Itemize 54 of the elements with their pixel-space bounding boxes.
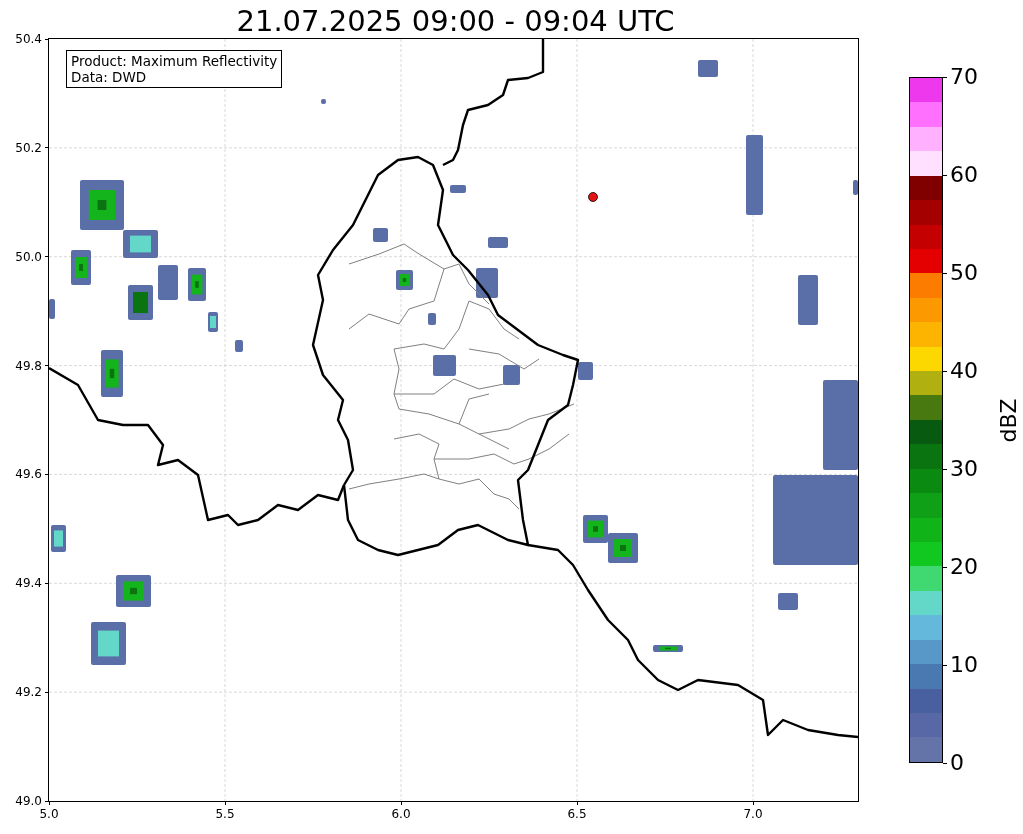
- colorbar-tick-label: 70: [950, 64, 978, 90]
- chart-title: 21.07.2025 09:00 - 09:04 UTC: [236, 3, 675, 39]
- radar-echo: [128, 285, 153, 320]
- axis-tick-label: 6.0: [391, 807, 411, 821]
- colorbar-tick-label: 50: [950, 260, 978, 286]
- axis-tick-label: 49.8: [15, 358, 42, 373]
- axis-tick-label: 49.6: [15, 467, 42, 482]
- radar-echo: [116, 575, 151, 607]
- radar-echo: [235, 340, 243, 352]
- axis-tick-label: 49.0: [15, 794, 42, 808]
- axis-tick-label: 49.4: [15, 576, 42, 591]
- radar-echo: [91, 622, 126, 665]
- colorbar-tick-label: 40: [950, 358, 978, 384]
- axis-tick-label: 50.4: [15, 32, 42, 46]
- axis-tick-label: 7.0: [743, 807, 763, 821]
- colorbar-tick-label: 60: [950, 162, 978, 188]
- colorbar-tick-label: 20: [950, 554, 978, 580]
- radar-echo: [698, 60, 718, 77]
- colorbar-tick-label: 0: [950, 750, 964, 776]
- radar-echo: [476, 268, 498, 298]
- radar-echo: [158, 265, 178, 300]
- axis-tick-label: 5.5: [215, 807, 235, 821]
- axis-tick-label: 49.2: [15, 685, 42, 700]
- colorbar-label: dBZ: [995, 397, 1021, 443]
- radar-echo: [49, 299, 55, 319]
- radar-echo: [433, 355, 456, 376]
- radar-echo: [578, 362, 593, 380]
- colorbar-tick-label: 10: [950, 652, 978, 678]
- radar-echo: [488, 237, 508, 248]
- axis-tick-label: 50.0: [15, 249, 42, 264]
- radar-echo: [208, 312, 218, 332]
- radar-echo: [778, 593, 798, 610]
- radar-echo: [188, 268, 206, 301]
- radar-echo: [798, 275, 818, 325]
- radar-echo: [583, 515, 608, 543]
- radar-echo: [373, 228, 388, 242]
- axis-tick-label: 6.5: [567, 807, 587, 821]
- radar-echo: [51, 525, 66, 552]
- axis-tick-label: 50.2: [15, 140, 42, 155]
- radar-echo: [321, 99, 326, 104]
- info-text: Product: Maximum Reflectivity: [71, 53, 278, 69]
- radar-echo: [853, 180, 858, 195]
- radar-echo: [503, 365, 520, 385]
- radar-echo: [450, 185, 466, 193]
- radar-echo: [71, 250, 91, 285]
- radar-echo: [428, 313, 436, 325]
- location-marker: [588, 192, 598, 202]
- radar-echo: [101, 350, 123, 397]
- radar-echo: [396, 270, 413, 290]
- info-text: Data: DWD: [71, 69, 148, 85]
- radar-echo: [653, 645, 683, 652]
- axis-tick-label: 5.0: [39, 807, 59, 821]
- colorbar-tick-label: 30: [950, 456, 978, 482]
- radar-echo: [608, 533, 638, 563]
